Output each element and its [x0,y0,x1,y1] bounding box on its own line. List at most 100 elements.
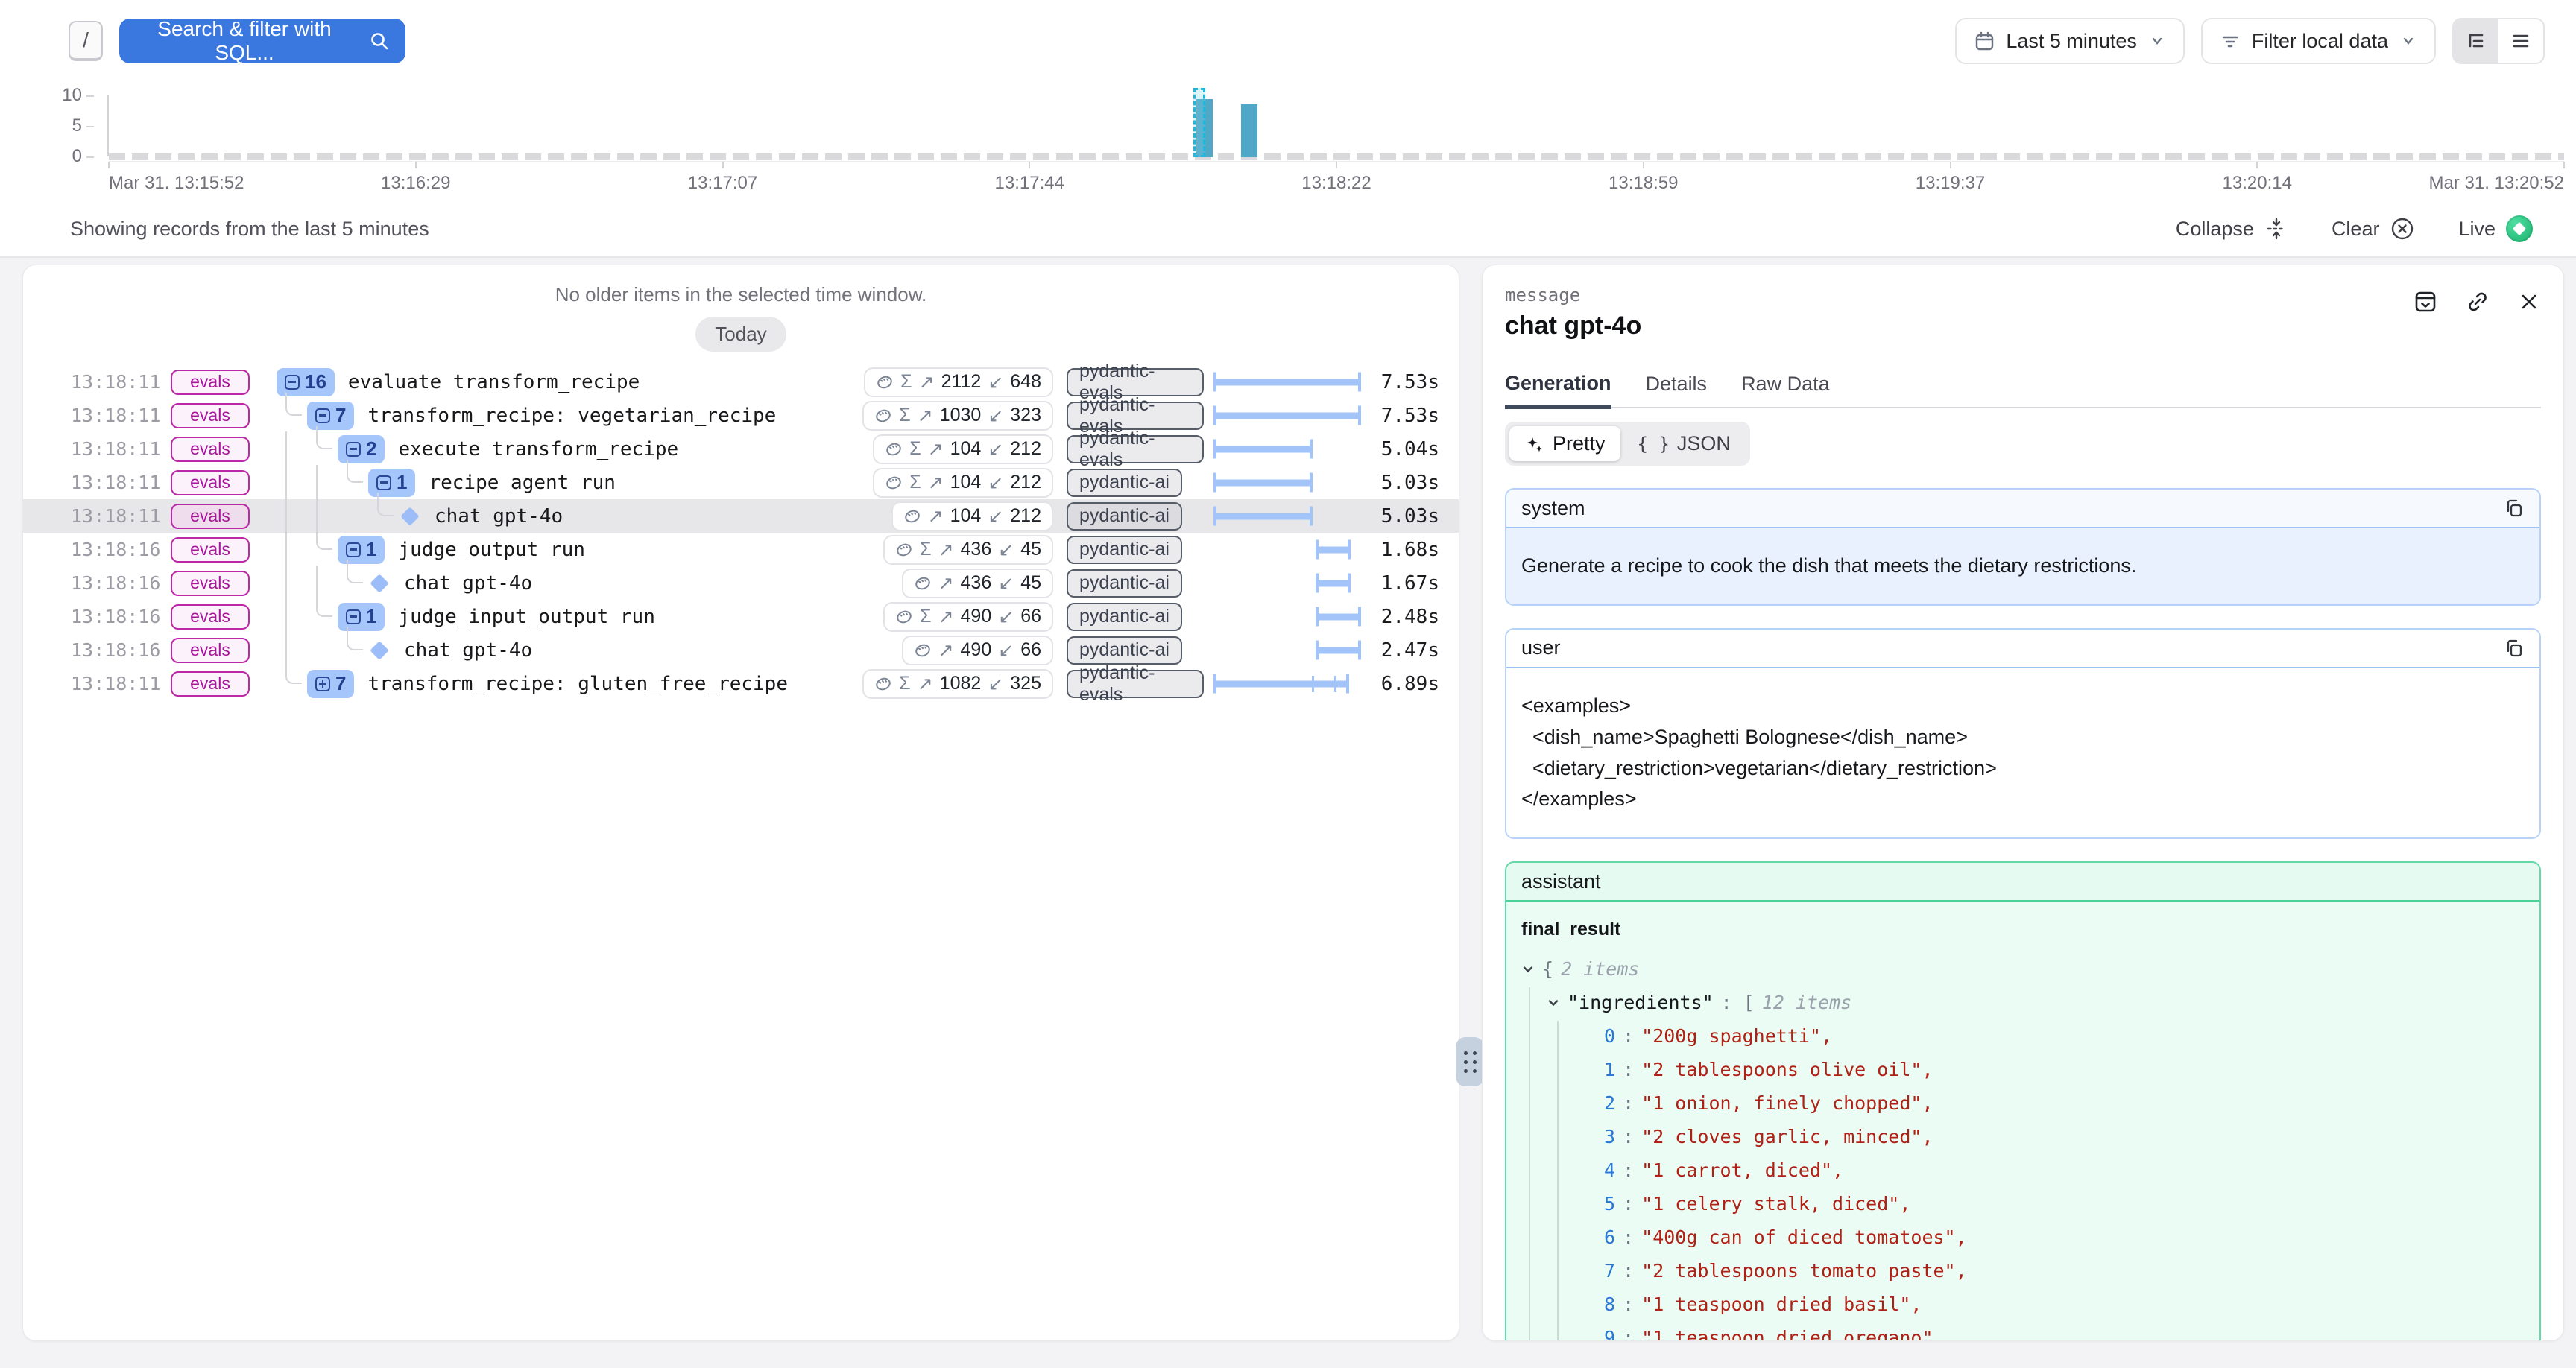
tab-generation[interactable]: Generation [1505,372,1611,409]
panel-resize-handle[interactable] [1456,1037,1484,1086]
expand-collapse-chip[interactable]: 1 [368,469,415,497]
copy-user-button[interactable] [2504,638,2525,659]
histogram-bar[interactable] [1241,104,1257,157]
waterfall-tick [1312,676,1314,692]
span-duration: 7.53s [1360,371,1439,393]
span-name: chat gpt-4o [404,639,532,662]
otel-scope-tag[interactable]: pydantic-ai [1067,536,1182,564]
topbar: / Search & filter with SQL... Last 5 min… [0,0,2576,82]
collapse-chevron-icon[interactable] [1521,963,1535,976]
pretty-view-option[interactable]: Pretty [1509,426,1620,461]
otel-scope-tag[interactable]: pydantic-evals [1067,402,1204,430]
evals-badge[interactable]: evals [171,604,250,630]
copy-system-button[interactable] [2504,498,2525,519]
evals-badge[interactable]: evals [171,370,250,395]
today-pill[interactable]: Today [695,317,786,352]
row-timestamp: 13:18:16 [71,539,159,560]
trace-row[interactable]: 13:18:16evalschat gpt-4o↗436↙45pydantic-… [23,566,1459,600]
tree-elbow-line [316,594,332,617]
trace-row[interactable]: 13:18:11evals7transform_recipe: vegetari… [23,399,1459,432]
copy-link-button[interactable] [2465,289,2490,314]
evals-badge[interactable]: evals [171,638,250,663]
expand-collapse-chip[interactable]: 7 [307,670,354,698]
json-item-index: 7 [1593,1257,1615,1286]
trace-row[interactable]: 13:18:11evalschat gpt-4o↗104↙212pydantic… [23,499,1459,533]
otel-scope-tag[interactable]: pydantic-ai [1067,502,1182,531]
json-array-item: 4:"1 carrot, diced", [1521,1154,2525,1188]
row-tree-cell: 16evaluate transform_recipe [277,365,850,399]
trace-list-panel: No older items in the selected time wind… [22,265,1459,1341]
tree-guide-line [285,532,287,567]
collapse-button[interactable]: Collapse [2176,217,2288,241]
otel-scope-cell: pydantic-evals [1067,435,1204,463]
span-duration: 2.48s [1360,606,1439,628]
json-view-option[interactable]: { } JSON [1623,426,1746,461]
expand-collapse-chip[interactable]: 1 [338,603,385,631]
output-tokens-arrow-icon: ↙ [988,505,1003,528]
span-duration: 5.04s [1360,438,1439,460]
trace-row[interactable]: 13:18:11evals16evaluate transform_recipe… [23,365,1459,399]
x-axis-tick-label: 13:18:22 [1301,173,1371,194]
expand-collapse-chip[interactable]: 2 [338,435,385,463]
trace-row[interactable]: 13:18:16evals1judge_output runΣ↗436↙45py… [23,533,1459,566]
trace-row[interactable]: 13:18:16evalschat gpt-4o↗490↙66pydantic-… [23,633,1459,667]
input-tokens-arrow-icon: ↗ [918,673,933,695]
expand-icon [315,677,330,691]
descendant-count: 2 [366,437,376,460]
evals-badge[interactable]: evals [171,671,250,697]
evals-badge[interactable]: evals [171,470,250,495]
otel-scope-tag[interactable]: pydantic-ai [1067,569,1182,598]
otel-scope-tag[interactable]: pydantic-ai [1067,636,1182,665]
list-view-button[interactable] [2498,19,2543,63]
trace-row[interactable]: 13:18:11evals2execute transform_recipeΣ↗… [23,432,1459,466]
waterfall-bar [1214,680,1348,687]
tab-raw-data[interactable]: Raw Data [1741,372,1830,407]
json-item-string: "2 cloves garlic, minced", [1641,1123,1933,1152]
histogram-plot[interactable]: Mar 31. 13:15:5213:16:2913:17:0713:17:44… [107,95,2564,156]
tab-details[interactable]: Details [1646,372,1708,407]
slash-shortcut-key[interactable]: / [69,21,103,61]
filter-local-data-button[interactable]: Filter local data [2201,18,2436,64]
dock-panel-button[interactable] [2413,289,2438,314]
x-axis-tick [1950,162,1951,168]
waterfall-cell [1214,600,1360,633]
span-duration: 6.89s [1360,673,1439,695]
leaf-span-icon [400,507,419,525]
evals-badge[interactable]: evals [171,571,250,596]
close-detail-button[interactable] [2517,289,2541,314]
trace-row[interactable]: 13:18:11evals7transform_recipe: gluten_f… [23,667,1459,700]
token-usage-cell: Σ↗490↙66 [850,602,1053,632]
otel-scope-tag[interactable]: pydantic-ai [1067,603,1182,631]
trace-row[interactable]: 13:18:11evals1recipe_agent runΣ↗104↙212p… [23,466,1459,499]
otel-scope-tag[interactable]: pydantic-evals [1067,368,1204,396]
otel-scope-tag[interactable]: pydantic-evals [1067,670,1204,698]
x-axis-tick-label: 13:17:07 [688,173,757,194]
expand-collapse-chip[interactable]: 7 [307,402,354,430]
trace-row[interactable]: 13:18:16evals1judge_input_output runΣ↗49… [23,600,1459,633]
json-tree: { 2 items "ingredients": [ 12 items 0:"2… [1521,953,2525,1341]
clear-button[interactable]: Clear [2332,216,2416,241]
collapse-chevron-icon[interactable] [1547,996,1560,1010]
evals-badge[interactable]: evals [171,437,250,462]
output-tokens-count: 45 [1020,572,1041,594]
input-tokens-arrow-icon: ↗ [938,639,954,662]
sum-tokens-icon: Σ [900,371,912,393]
otel-scope-tag[interactable]: pydantic-ai [1067,469,1182,497]
tree-view-button[interactable] [2454,19,2498,63]
row-timestamp: 13:18:16 [71,639,159,661]
time-range-button[interactable]: Last 5 minutes [1955,18,2185,64]
search-button[interactable]: Search & filter with SQL... [119,19,405,63]
expand-collapse-chip[interactable]: 1 [338,536,385,564]
evals-badge[interactable]: evals [171,403,250,428]
input-tokens-count: 104 [950,472,982,493]
system-role-label: system [1521,497,1585,520]
descendant-count: 7 [335,672,346,695]
otel-scope-tag[interactable]: pydantic-evals [1067,435,1204,463]
evals-badge[interactable]: evals [171,504,250,529]
status-bar: Showing records from the last 5 minutes … [0,201,2576,258]
live-toggle[interactable]: Live [2458,215,2533,242]
evals-badge[interactable]: evals [171,537,250,563]
expand-collapse-chip[interactable]: 16 [277,368,335,396]
token-usage-badge: ↗436↙45 [902,569,1053,598]
output-tokens-arrow-icon: ↙ [988,438,1003,460]
